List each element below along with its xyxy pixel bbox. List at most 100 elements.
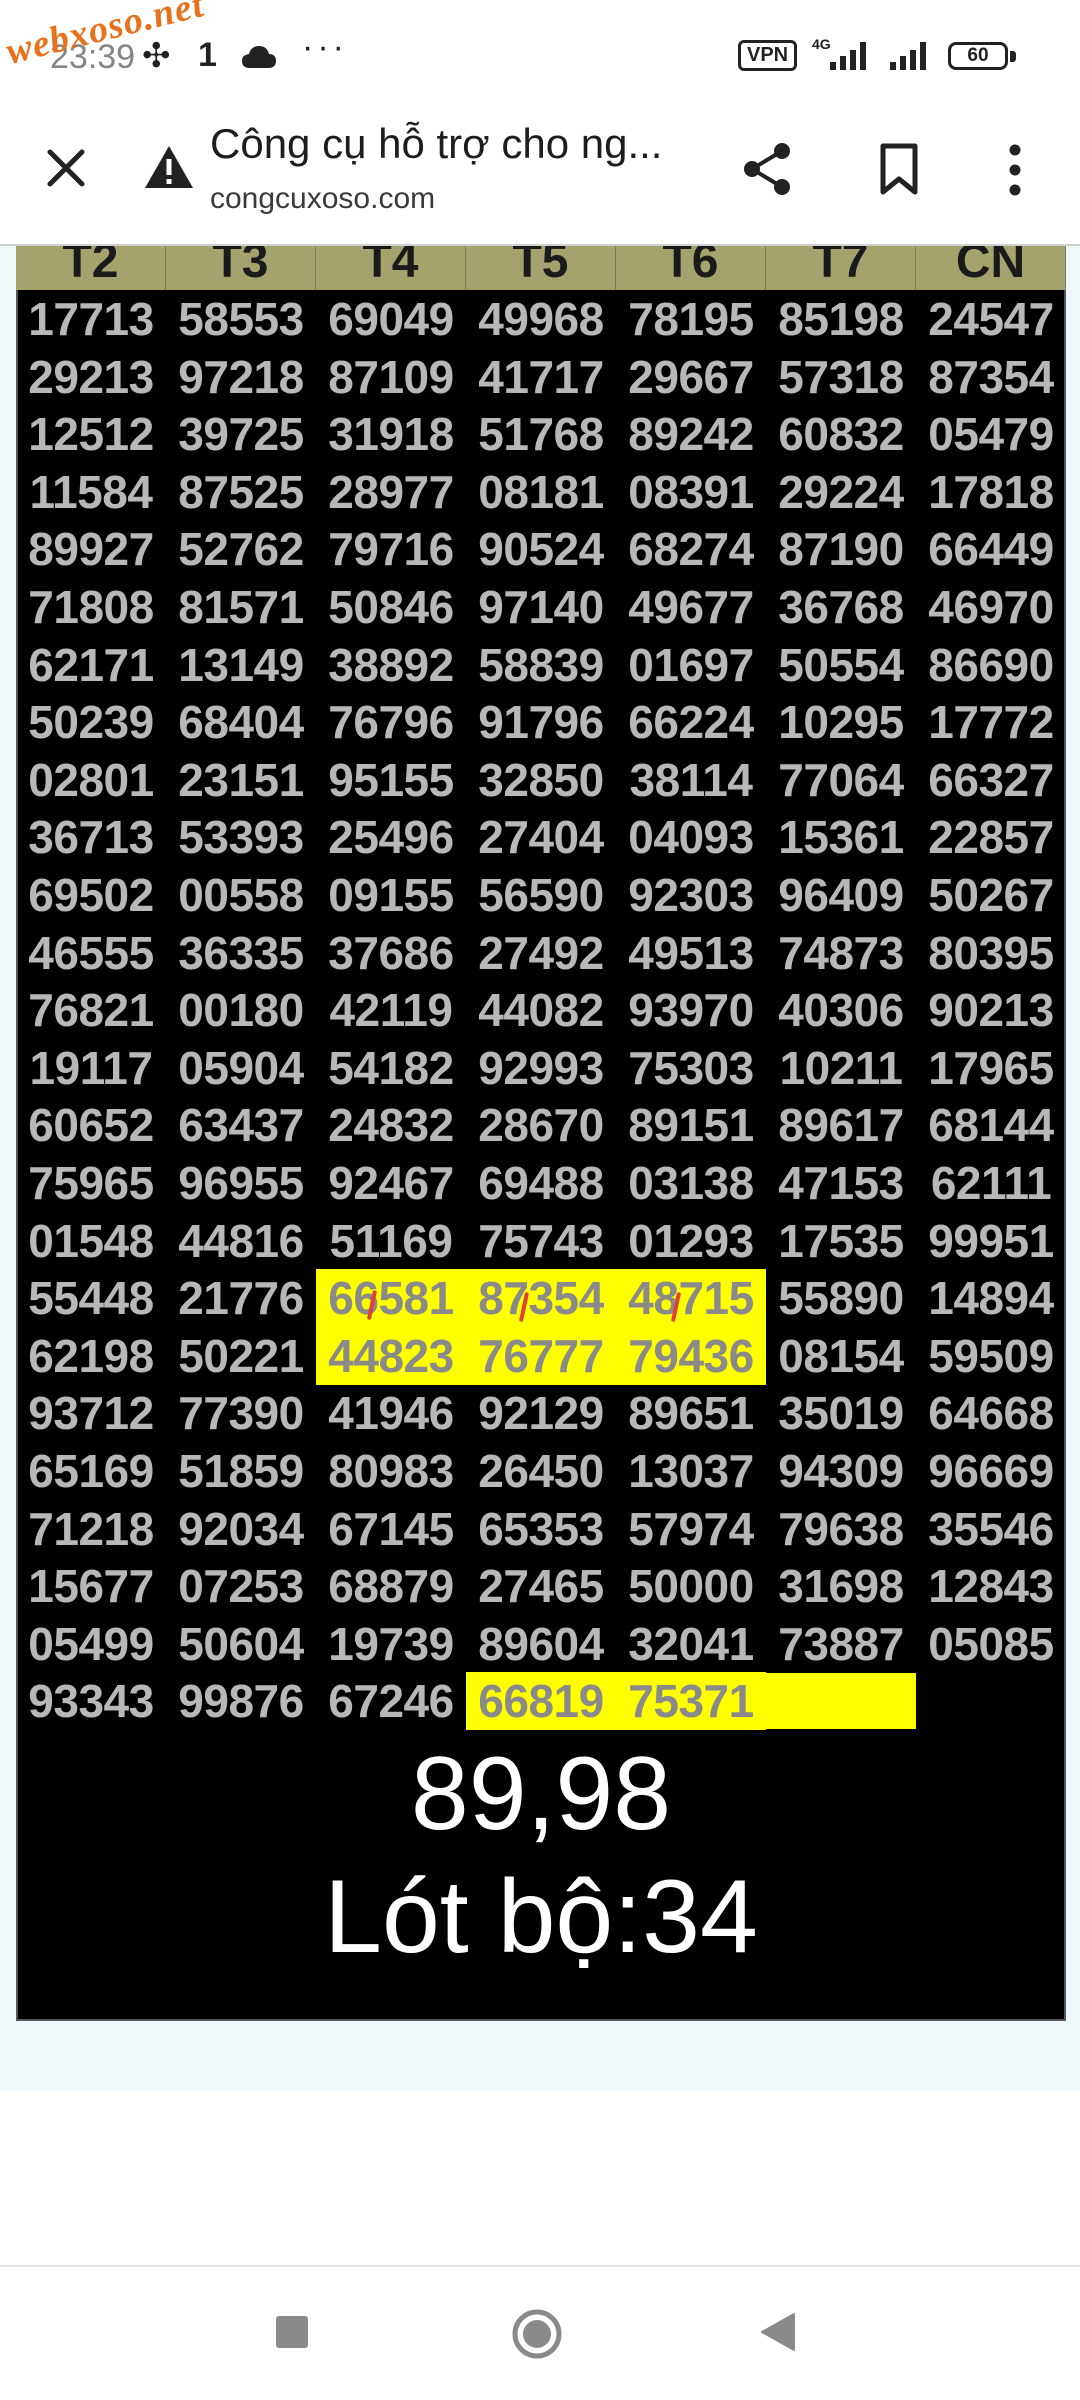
warning-icon[interactable]	[142, 142, 196, 192]
table-cell: 68879	[328, 1560, 454, 1613]
table-cell: 27492	[478, 926, 604, 979]
table-cell: 67145	[328, 1502, 454, 1555]
table-cell: 25496	[328, 811, 454, 864]
table-cell: 50000	[628, 1560, 754, 1613]
table-cell: 51859	[178, 1445, 304, 1497]
highlighted-cell: 87354	[466, 1269, 616, 1328]
table-cell: 52762	[178, 523, 304, 576]
table-cell: 62198	[28, 1329, 154, 1382]
table-cell: 24832	[328, 1099, 454, 1152]
table-cell: 10295	[778, 696, 904, 749]
fan-icon: ✣	[142, 37, 171, 75]
table-cell: 09155	[328, 869, 454, 921]
close-icon[interactable]	[40, 142, 92, 194]
table-cell: 96669	[928, 1445, 1054, 1497]
table-cell: 92467	[328, 1157, 454, 1209]
table-cell: 32041	[628, 1617, 754, 1670]
table-cell: 41946	[328, 1387, 454, 1440]
table-cell: 11584	[29, 465, 153, 518]
table-cell: 69049	[328, 293, 454, 345]
table-cell: 19117	[29, 1041, 153, 1094]
table-cell: 17535	[778, 1214, 904, 1267]
highlight-cell-empty	[766, 1673, 916, 1730]
share-icon[interactable]	[738, 140, 796, 198]
table-cell: 68404	[178, 696, 304, 749]
cloud-icon	[240, 40, 278, 79]
table-cell: 44082	[478, 984, 604, 1037]
table-cell: 01293	[628, 1214, 754, 1267]
table-cell: 01697	[628, 638, 754, 691]
table-cell: 97140	[478, 581, 604, 633]
square-icon[interactable]	[272, 2312, 312, 2352]
table-cell: 37686	[328, 926, 454, 979]
table-cell: 29213	[28, 350, 154, 403]
highlighted-cell: 44823	[316, 1326, 466, 1385]
page-url[interactable]: congcuxoso.com	[210, 182, 435, 216]
table-cell: 80395	[928, 926, 1054, 979]
page-title[interactable]: Công cụ hỗ trợ cho ng...	[210, 120, 662, 168]
table-cell: 96955	[178, 1157, 304, 1209]
table-cell: 22857	[928, 811, 1054, 864]
table-cell: 75965	[28, 1157, 154, 1209]
table-cell: 17713	[28, 293, 154, 345]
table-cell: 89242	[628, 408, 754, 461]
table-cell: 87190	[778, 523, 904, 576]
table-cell: 77390	[178, 1387, 304, 1440]
table-cell: 89151	[628, 1099, 754, 1152]
table-cell: 81571	[178, 581, 304, 633]
header-cell: T4	[316, 246, 466, 290]
table-cell: 87525	[178, 465, 304, 518]
table-cell: 38114	[629, 753, 753, 806]
table-cell: 01548	[28, 1214, 154, 1267]
table-cell: 90213	[928, 984, 1054, 1037]
table-cell: 76821	[28, 984, 154, 1037]
circle-icon[interactable]	[510, 2307, 564, 2361]
table-cell: 07253	[178, 1560, 304, 1613]
table-cell: 92129	[478, 1387, 604, 1440]
table-cell: 97218	[178, 350, 304, 403]
table-cell: 62171	[28, 638, 154, 691]
table-cell: 38892	[328, 638, 454, 691]
table-cell: 94309	[778, 1445, 904, 1497]
table-cell: 66224	[628, 696, 754, 749]
table-cell: 49677	[628, 581, 754, 633]
table-cell: 50846	[328, 581, 454, 633]
table-cell: 00558	[178, 869, 304, 921]
table-cell: 75743	[478, 1214, 604, 1267]
table-cell: 17772	[928, 696, 1054, 749]
table-cell: 40306	[778, 984, 904, 1037]
table-cell: 77064	[778, 753, 904, 806]
table-cell: 95155	[328, 753, 454, 806]
table-cell: 58839	[478, 638, 604, 691]
table-cell: 89617	[778, 1099, 904, 1152]
table-cell: 99951	[928, 1214, 1054, 1267]
table-cell: 51768	[478, 408, 604, 461]
table-cell: 08181	[478, 465, 604, 518]
table-cell: 54182	[328, 1041, 454, 1094]
table-cell: 36768	[778, 581, 904, 633]
table-cell: 39725	[178, 408, 304, 461]
table-cell: 04093	[628, 811, 754, 864]
table-cell: 92303	[628, 869, 754, 921]
header-cell: T6	[616, 246, 766, 290]
table-cell: 66327	[928, 753, 1054, 806]
table-cell: 28977	[328, 465, 454, 518]
highlighted-cell: 79436	[616, 1326, 766, 1385]
page-blank-area	[0, 2091, 1080, 2265]
more-notifications-icon: ···	[302, 28, 348, 66]
table-cell: 80983	[328, 1445, 454, 1497]
table-cell: 73887	[778, 1617, 904, 1670]
network-type: 4G	[812, 36, 831, 52]
table-cell: 71218	[28, 1502, 154, 1555]
table-cell: 21776	[178, 1272, 304, 1325]
header-cell: T7	[766, 246, 916, 290]
bookmark-icon[interactable]	[876, 140, 922, 198]
vpn-badge: VPN	[738, 40, 798, 71]
table-cell: 50604	[178, 1617, 304, 1670]
more-vert-icon[interactable]	[1000, 140, 1030, 200]
table-cell: 28670	[478, 1099, 604, 1152]
table-header: T2 T3 T4 T5 T6 T7 CN	[16, 246, 1066, 290]
triangle-back-icon[interactable]	[758, 2310, 798, 2354]
table-cell: 85198	[778, 293, 904, 345]
table-cell: 27404	[478, 811, 604, 864]
